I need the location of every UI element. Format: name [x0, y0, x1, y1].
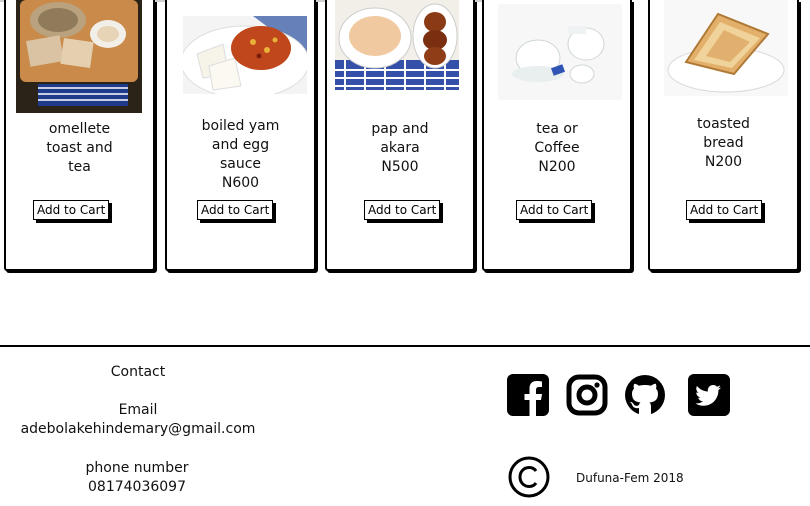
- facebook-icon[interactable]: [507, 374, 549, 416]
- product-name: tea or Coffee N200: [484, 120, 630, 177]
- product-card-boiled-yam: boiled yam and egg sauce N600 Add to Car…: [165, 0, 316, 271]
- product-card-toasted-bread: toasted bread N200 Add to Cart: [648, 0, 799, 271]
- github-icon[interactable]: [624, 374, 666, 416]
- product-image-tea-coffee: [498, 4, 622, 100]
- product-name: omellete toast and tea: [46, 121, 113, 175]
- copyright-text: Dufuna-Fem 2018: [576, 471, 684, 485]
- add-to-cart-button[interactable]: Add to Cart: [516, 200, 593, 220]
- product-image-boiled-yam: [183, 16, 307, 94]
- phone-value: 08174036097: [88, 479, 186, 495]
- instagram-icon[interactable]: [566, 374, 608, 416]
- product-card-omellete: omellete toast and tea Add to Cart: [4, 0, 155, 271]
- copyright-icon: [508, 456, 550, 498]
- product-price: N500: [381, 159, 419, 175]
- email-label: Email: [118, 402, 158, 418]
- product-price: N600: [221, 175, 260, 191]
- product-name: boiled yam and egg sauce N600: [167, 117, 314, 193]
- add-to-cart-button[interactable]: Add to Cart: [686, 200, 763, 220]
- product-card-tea-coffee: tea or Coffee N200 Add to Cart: [482, 0, 632, 271]
- product-image-pap-akara: [335, 0, 459, 90]
- twitter-icon[interactable]: [688, 374, 730, 416]
- contact-heading: Contact: [110, 364, 166, 380]
- email-link[interactable]: adebolakehindemary@gmail.com: [8, 420, 268, 439]
- product-image-toasted-bread: [664, 0, 788, 96]
- add-to-cart-button[interactable]: Add to Cart: [33, 200, 110, 220]
- footer-divider: [0, 345, 810, 347]
- product-card-pap-akara: pap and akara N500 Add to Cart: [325, 0, 475, 271]
- product-price: N200: [704, 154, 743, 170]
- product-image-omellete: [16, 0, 142, 113]
- add-to-cart-button[interactable]: Add to Cart: [364, 200, 441, 220]
- phone-label: phone number: [85, 460, 189, 476]
- add-to-cart-button[interactable]: Add to Cart: [197, 200, 274, 220]
- product-name: toasted bread N200: [650, 115, 797, 172]
- product-price: N200: [538, 159, 576, 175]
- product-name: pap and akara N500: [327, 120, 473, 177]
